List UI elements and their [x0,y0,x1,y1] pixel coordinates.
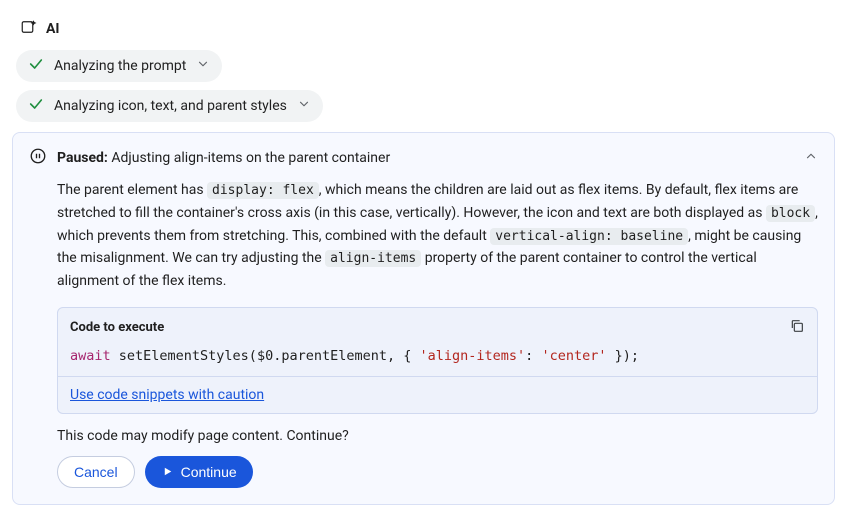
chevron-down-icon [297,97,311,115]
check-icon [28,96,44,116]
inline-code: block [766,205,815,222]
panel-header: AI [12,12,835,50]
inline-code: align-items [325,250,421,267]
paused-prefix: Paused: [57,150,108,166]
continue-label: Continue [181,464,237,480]
button-row: Cancel Continue [57,456,818,488]
continue-button[interactable]: Continue [145,456,253,488]
step-chip[interactable]: Analyzing icon, text, and parent styles [16,90,323,122]
steps-list: Analyzing the prompt Analyzing icon, tex… [12,50,835,132]
confirm-text: This code may modify page content. Conti… [57,428,818,444]
step-label: Analyzing the prompt [54,58,186,74]
ai-sparkle-icon [20,18,38,40]
explanation-text: The parent element has display: flex, wh… [29,169,818,293]
cancel-button[interactable]: Cancel [57,456,135,488]
inline-code: display: flex [207,182,319,199]
code-header: Code to execute [58,308,817,342]
panel-title: AI [46,21,60,37]
caution-link[interactable]: Use code snippets with caution [70,387,264,403]
step-label: Analyzing icon, text, and parent styles [54,98,287,114]
confirm-section: This code may modify page content. Conti… [29,414,818,488]
code-card: Code to execute await setElementStyles($… [57,307,818,414]
paused-title: Paused: Adjusting align-items on the par… [57,150,794,166]
code-title: Code to execute [70,320,164,335]
inline-code: vertical-align: baseline [490,228,688,245]
copy-icon[interactable] [789,318,805,338]
paused-step-card: Paused: Adjusting align-items on the par… [12,132,835,505]
caution-row: Use code snippets with caution [58,376,817,413]
chevron-up-icon[interactable] [804,149,818,167]
paused-header[interactable]: Paused: Adjusting align-items on the par… [29,147,818,169]
play-icon [161,465,174,478]
chevron-down-icon [196,57,210,75]
ai-panel: AI Analyzing the prompt Analyzing icon, … [12,12,835,505]
pause-icon [29,147,47,169]
paused-desc: Adjusting align-items on the parent cont… [111,150,390,166]
check-icon [28,56,44,76]
code-snippet: await setElementStyles($0.parentElement,… [58,342,817,376]
step-chip[interactable]: Analyzing the prompt [16,50,222,82]
